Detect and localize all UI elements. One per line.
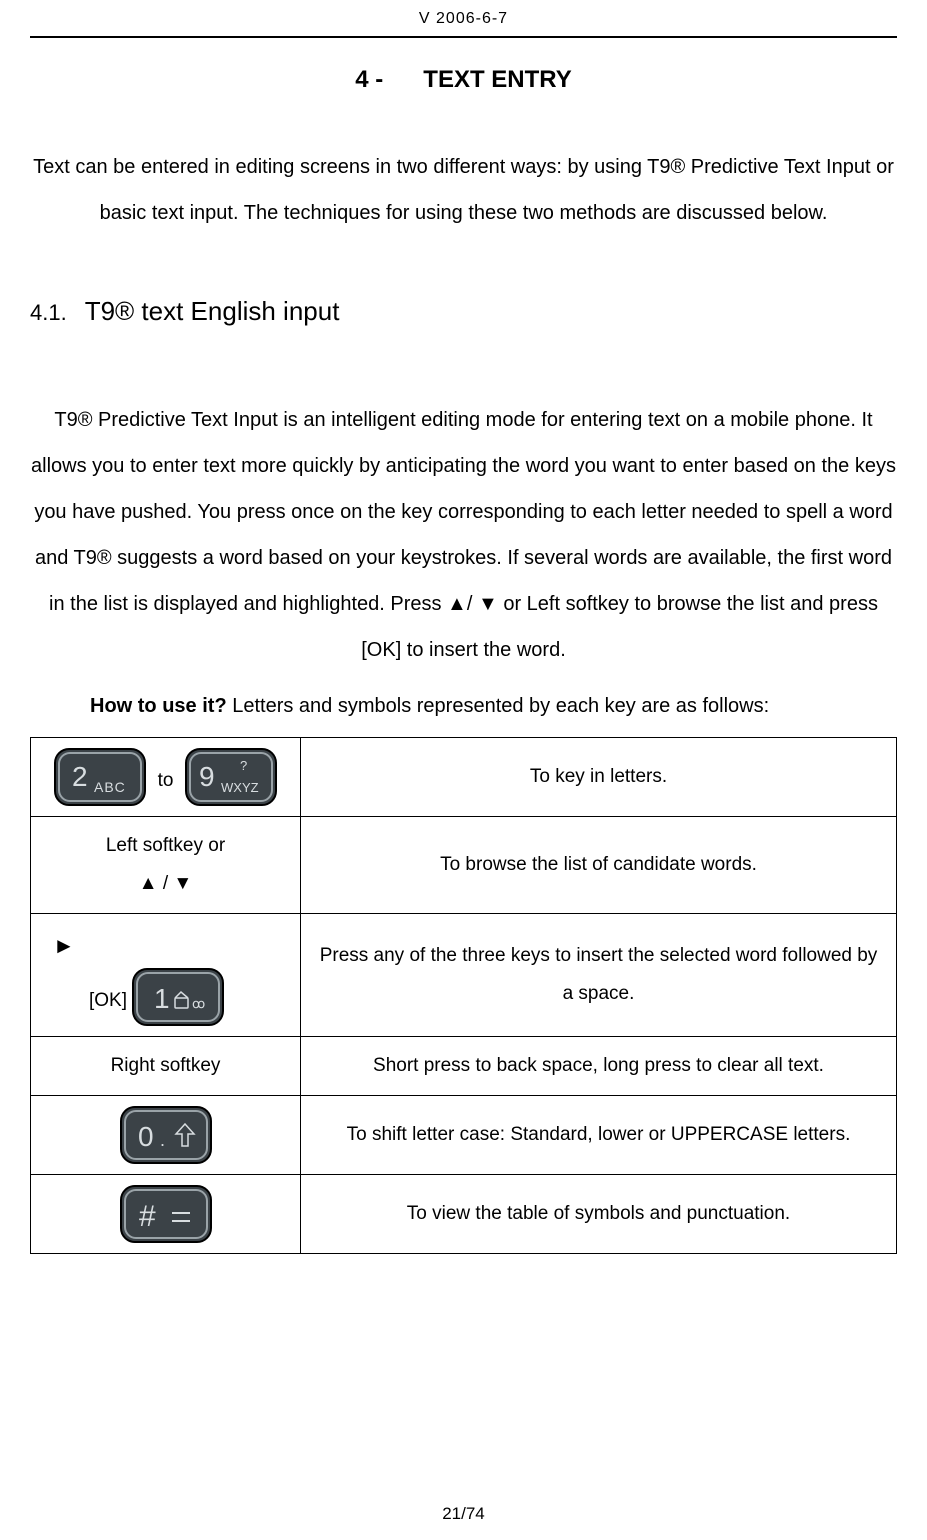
desc-cell: To shift letter case: Standard, lower or… xyxy=(301,1096,897,1175)
page-content: 4 - TEXT ENTRY Text can be entered in ed… xyxy=(0,66,927,1254)
desc-cell: To key in letters. xyxy=(301,738,897,817)
page-number: 21/74 xyxy=(0,1504,927,1524)
svg-text:9: 9 xyxy=(199,761,215,792)
section-title: T9® text English input xyxy=(85,296,340,327)
table-row: 2 ABC to 9 ? WXYZ To key in letters. xyxy=(31,738,897,817)
table-row: Left softkey or ▲ / ▼ To browse the list… xyxy=(31,817,897,914)
key-1-icon: 1 ꝏ xyxy=(132,968,224,1026)
key-0-shift-icon: 0 . xyxy=(120,1106,212,1164)
table-row: 0 . To shift letter case: Standard, lowe… xyxy=(31,1096,897,1175)
chapter-name: TEXT ENTRY xyxy=(423,66,571,93)
svg-text:WXYZ: WXYZ xyxy=(221,780,259,795)
key-cell: 0 . xyxy=(31,1096,301,1175)
table-row: ► [OK] 1 ꝏ Press any of xyxy=(31,914,897,1037)
svg-text:.: . xyxy=(160,1130,165,1150)
key-cell: 2 ABC to 9 ? WXYZ xyxy=(31,738,301,817)
howto-line: How to use it? Letters and symbols repre… xyxy=(30,683,897,729)
header-rule xyxy=(30,36,897,38)
svg-text:0: 0 xyxy=(138,1121,154,1152)
key-9wxyz-icon: 9 ? WXYZ xyxy=(185,748,277,806)
svg-text:1: 1 xyxy=(154,983,170,1014)
section-num: 4.1. xyxy=(30,300,67,326)
section-heading: 4.1. T9® text English input xyxy=(30,296,897,327)
key-cell: ► [OK] 1 ꝏ xyxy=(31,914,301,1037)
body-paragraph: T9® Predictive Text Input is an intellig… xyxy=(30,397,897,673)
chapter-num: 4 - xyxy=(355,66,383,93)
svg-text:ABC: ABC xyxy=(94,779,126,795)
svg-text:ꝏ: ꝏ xyxy=(192,996,205,1011)
table-row: # To view the table of symbols and punct… xyxy=(31,1175,897,1254)
intro-paragraph: Text can be entered in editing screens i… xyxy=(30,144,897,236)
svg-text:#: # xyxy=(139,1200,156,1233)
chapter-title: 4 - TEXT ENTRY xyxy=(30,66,897,94)
svg-text:2: 2 xyxy=(72,761,88,792)
key-2abc-icon: 2 ABC xyxy=(54,748,146,806)
key-cell: Right softkey xyxy=(31,1037,301,1096)
ok-label: [OK] xyxy=(89,982,127,1020)
svg-text:?: ? xyxy=(240,758,247,773)
howto-label: How to use it? xyxy=(90,695,227,717)
desc-cell: To browse the list of candidate words. xyxy=(301,817,897,914)
key-cell: # xyxy=(31,1175,301,1254)
howto-rest: Letters and symbols represented by each … xyxy=(227,695,770,717)
table-row: Right softkey Short press to back space,… xyxy=(31,1037,897,1096)
key-cell: Left softkey or ▲ / ▼ xyxy=(31,817,301,914)
key-hash-icon: # xyxy=(120,1185,212,1243)
desc-cell: Press any of the three keys to insert th… xyxy=(301,914,897,1037)
desc-cell: Short press to back space, long press to… xyxy=(301,1037,897,1096)
right-arrow-icon: ► xyxy=(53,924,288,968)
key-table: 2 ABC to 9 ? WXYZ To key in letters. xyxy=(30,737,897,1254)
desc-cell: To view the table of symbols and punctua… xyxy=(301,1175,897,1254)
to-word: to xyxy=(158,762,174,800)
header-version: V 2006-6-7 xyxy=(0,0,927,36)
